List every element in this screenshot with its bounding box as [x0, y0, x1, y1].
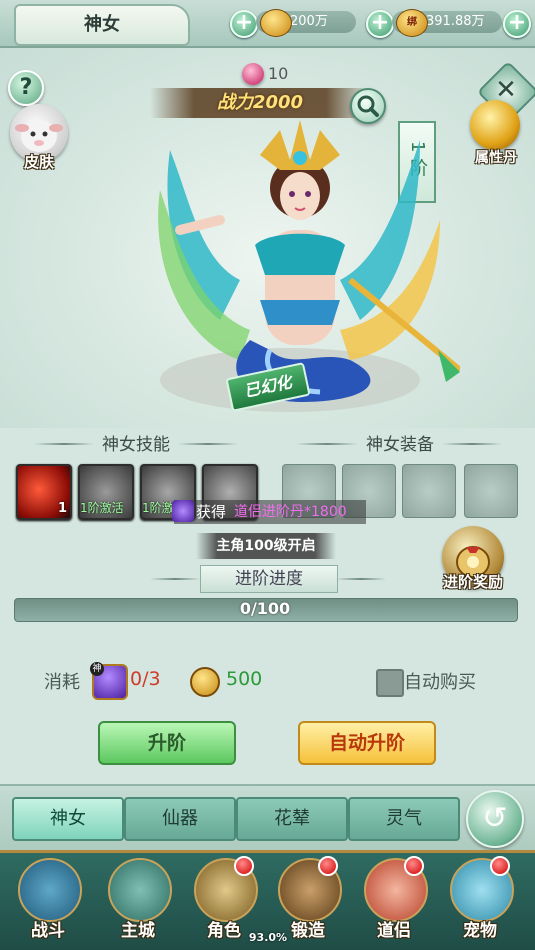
- tab-goddess[interactable]: 神女: [12, 797, 124, 841]
- obtain-label: 获得: [196, 503, 227, 521]
- nav-pet[interactable]: 宠物: [444, 852, 516, 944]
- page-title: 神女: [14, 4, 190, 46]
- add-bound-gold-button[interactable]: +: [366, 10, 394, 38]
- advance-pill-icon: [172, 500, 194, 522]
- bound-gold-icon: 绑: [396, 9, 428, 37]
- add-bound-gold-button-2[interactable]: +: [503, 10, 531, 38]
- auto-upgrade-button[interactable]: 自动升阶: [298, 721, 436, 765]
- nav-label: 道侣: [377, 921, 411, 941]
- back-button[interactable]: ↺: [466, 790, 524, 848]
- loading-percent: 93.0%: [248, 931, 288, 944]
- tab-carriage[interactable]: 花辇: [236, 797, 348, 841]
- attribute-pill-label: 属性丹: [475, 150, 517, 166]
- gold-ingot-icon: [260, 9, 292, 37]
- unlock-requirement: 主角100级开启: [196, 533, 336, 559]
- auto-buy-checkbox[interactable]: [376, 669, 404, 697]
- skills-title: 神女技能: [102, 435, 170, 455]
- tab-artifact[interactable]: 仙器: [124, 797, 236, 841]
- coin-count: 500: [226, 668, 263, 690]
- attribute-pill-button[interactable]: [470, 100, 520, 150]
- notification-dot: [404, 856, 424, 876]
- nav-label: 战斗: [31, 921, 65, 941]
- divine-tag: 神: [90, 662, 104, 676]
- add-gold-button[interactable]: +: [230, 10, 258, 38]
- nav-label: 主城: [121, 921, 155, 941]
- nav-battle[interactable]: 战斗: [12, 852, 84, 944]
- obtain-item-text: 道侣进阶丹*1800: [234, 504, 347, 520]
- advance-reward-label: 进阶奖励: [442, 573, 503, 591]
- nav-city[interactable]: 主城: [102, 852, 174, 944]
- gem-count: 0/3: [130, 668, 161, 690]
- equipment-title: 神女装备: [366, 435, 434, 455]
- equip-slot-necklace[interactable]: [464, 464, 518, 518]
- progress-text: 0/100: [239, 599, 291, 618]
- notification-dot: [490, 856, 510, 876]
- level-gem-icon: [242, 63, 264, 85]
- skill-slot-2[interactable]: 1阶激活: [78, 464, 134, 520]
- divider: [296, 443, 358, 445]
- pavilion-icon: [108, 858, 172, 922]
- divider: [150, 578, 200, 580]
- notification-dot: [234, 856, 254, 876]
- tab-aura[interactable]: 灵气: [348, 797, 460, 841]
- level-value: 10: [268, 64, 289, 83]
- auto-buy-label: 自动购买: [404, 672, 476, 693]
- skill-slot-number: 1: [57, 501, 67, 516]
- divider: [442, 443, 502, 445]
- nav-label: 宠物: [463, 921, 497, 941]
- skill-slot-label: 1阶激活: [80, 501, 124, 515]
- equip-slot-jade-ring[interactable]: [402, 464, 456, 518]
- cost-label: 消耗: [44, 672, 80, 693]
- divider: [336, 578, 386, 580]
- copper-coin-icon: [190, 667, 220, 697]
- upgrade-button[interactable]: 升阶: [98, 721, 236, 765]
- divider: [178, 443, 238, 445]
- notification-dot: [318, 856, 338, 876]
- progress-title: 进阶进度: [200, 565, 338, 593]
- back-arrow-icon: ↺: [482, 801, 508, 836]
- banner-sword-icon: [18, 858, 82, 922]
- nav-companion[interactable]: 道侣: [358, 852, 430, 944]
- help-button[interactable]: ?: [8, 70, 44, 106]
- skin-label: 皮肤: [23, 153, 54, 171]
- divider: [34, 443, 94, 445]
- skill-slot-1[interactable]: 1: [16, 464, 72, 520]
